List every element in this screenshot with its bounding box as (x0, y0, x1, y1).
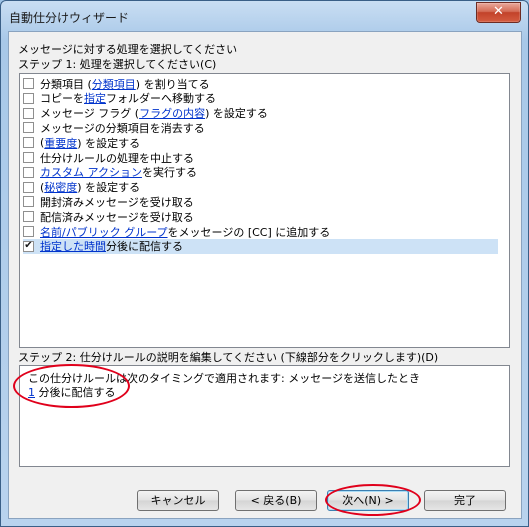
action-item-label: ) を設定する (77, 136, 141, 150)
action-item-label: 分後に配信する (106, 240, 183, 254)
step1-heading: メッセージに対する処理を選択してください (18, 43, 238, 56)
action-checkbox[interactable] (23, 78, 34, 89)
action-list-item[interactable]: 開封済みメッセージを受け取る (23, 194, 498, 209)
action-checkbox[interactable]: ✔ (23, 240, 34, 252)
close-button[interactable]: ✕ (476, 2, 521, 23)
action-item-label: フォルダーへ移動する (106, 92, 216, 106)
wizard-client-area: メッセージに対する処理を選択してください ステップ 1: 処理を選択してください… (8, 31, 522, 519)
action-item-label: ) を設定する (205, 107, 268, 121)
action-checkbox[interactable] (23, 211, 34, 223)
action-list-item[interactable]: メッセージ フラグ (フラグの内容) を設定する (23, 106, 498, 121)
action-item-link[interactable]: カスタム アクション (40, 164, 142, 180)
close-icon: ✕ (493, 4, 504, 19)
action-item-label: メッセージ フラグ ( (40, 107, 140, 121)
action-list-item[interactable]: (重要度) を設定する (23, 135, 498, 150)
action-checkbox[interactable] (23, 92, 34, 104)
wizard-window: 自動仕分けウィザード ✕ メッセージに対する処理を選択してください ステップ 1… (0, 0, 529, 527)
action-checkbox[interactable] (23, 226, 34, 237)
action-item-link[interactable]: フラグの内容 (139, 105, 205, 121)
action-checkbox[interactable] (23, 107, 34, 119)
action-list-item[interactable]: 配信済みメッセージを受け取る (23, 209, 498, 224)
action-item-link[interactable]: 指定 (84, 90, 106, 106)
action-item-label: ) を割り当てる (135, 77, 210, 91)
action-item-link[interactable]: 秘密度 (44, 179, 77, 195)
title-bar[interactable]: 自動仕分けウィザード ✕ (1, 1, 528, 31)
action-item-link[interactable]: 名前/パブリック グループ (40, 224, 168, 240)
action-item-label: 分類項目 ( (40, 77, 92, 91)
action-list-item[interactable]: 名前/パブリック グループ をメッセージの [CC] に追加する (23, 224, 498, 239)
action-item-label: 配信済みメッセージを受け取る (40, 210, 194, 224)
action-item-label: メッセージの分類項目を消去する (40, 121, 205, 135)
back-button[interactable]: < 戻る(B) (235, 490, 317, 511)
minutes-link[interactable]: 1 (28, 386, 35, 399)
action-item-label: 開封済みメッセージを受け取る (40, 195, 194, 209)
action-list-item[interactable]: ✔ 指定した時間 分後に配信する (23, 238, 498, 254)
action-list-item[interactable]: 分類項目 (分類項目) を割り当てる (23, 76, 498, 91)
action-checkbox[interactable] (23, 181, 34, 193)
action-checkbox[interactable] (23, 137, 34, 149)
window-title: 自動仕分けウィザード (9, 11, 130, 25)
action-list-item[interactable]: メッセージの分類項目を消去する (23, 120, 498, 135)
action-checkbox[interactable] (23, 152, 34, 163)
action-list[interactable]: 分類項目 (分類項目) を割り当てる コピーを 指定 フォルダーへ移動する メッセー… (19, 73, 510, 348)
action-item-link[interactable]: 重要度 (44, 135, 77, 151)
description-line-action: 1 分後に配信する (28, 384, 116, 400)
action-list-item[interactable]: カスタム アクション を実行する (23, 165, 498, 180)
cancel-button[interactable]: キャンセル (137, 490, 219, 511)
action-checkbox[interactable] (23, 166, 34, 178)
step1-label: ステップ 1: 処理を選択してください(C) (18, 58, 217, 71)
step2-label: ステップ 2: 仕分けルールの説明を編集してください (下線部分をクリックします… (18, 351, 439, 364)
action-item-label: をメッセージの [CC] に追加する (167, 225, 331, 239)
action-list-item[interactable]: コピーを 指定 フォルダーへ移動する (23, 91, 498, 106)
action-checkbox[interactable] (23, 122, 34, 134)
description-action-text: 分後に配信する (35, 386, 116, 399)
action-item-label: 仕分けルールの処理を中止する (40, 151, 194, 165)
next-button[interactable]: 次へ(N) > (327, 490, 409, 511)
action-list-item[interactable]: (秘密度) を設定する (23, 180, 498, 195)
rule-description-box[interactable]: この仕分けルールは次のタイミングで適用されます: メッセージを送信したとき 1 … (19, 365, 510, 467)
finish-button[interactable]: 完了 (424, 490, 506, 511)
action-item-link[interactable]: 分類項目 (92, 76, 136, 92)
action-item-link[interactable]: 指定した時間 (40, 238, 106, 254)
action-item-label: を実行する (141, 166, 197, 180)
action-checkbox[interactable] (23, 196, 34, 208)
action-item-label: ) を設定する (77, 181, 141, 195)
action-item-label: コピーを (40, 92, 84, 106)
action-list-item[interactable]: 仕分けルールの処理を中止する (23, 150, 498, 165)
